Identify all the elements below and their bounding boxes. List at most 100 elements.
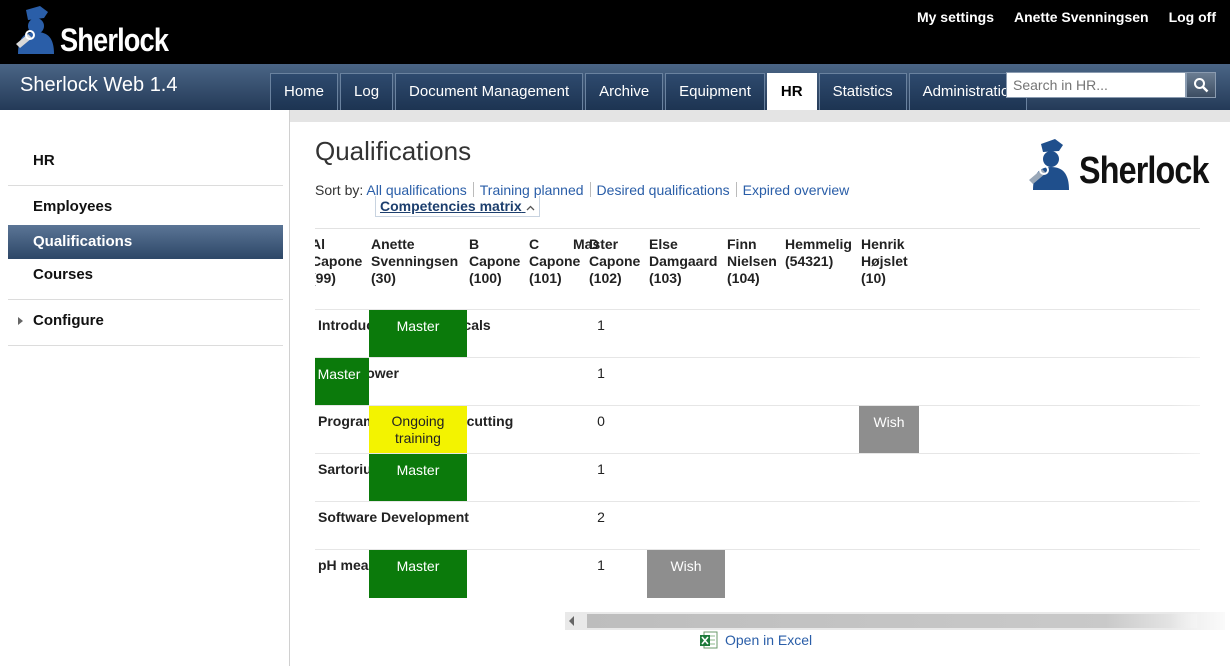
column-header-line: (99) bbox=[315, 270, 336, 286]
app-window: Sherlock My settings Anette Svenningsen … bbox=[0, 0, 1230, 666]
logo-wordmark: Sherlock bbox=[60, 22, 169, 58]
search-icon bbox=[1194, 78, 1209, 93]
column-header-line: (102) bbox=[589, 270, 622, 286]
column-header-line: Damgaard bbox=[649, 253, 718, 269]
open-in-excel-label: Open in Excel bbox=[725, 632, 813, 648]
app-brand: Sherlock Web 1.4 bbox=[20, 74, 178, 96]
column-header-line: D bbox=[589, 236, 600, 252]
tab-statistics[interactable]: Statistics bbox=[818, 73, 907, 110]
my-settings-link[interactable]: My settings bbox=[917, 9, 994, 25]
status-cell-wish[interactable]: Wish bbox=[647, 550, 725, 598]
column-header-line: (30) bbox=[371, 270, 396, 286]
log-off-link[interactable]: Log off bbox=[1169, 9, 1216, 25]
column-header-line: Finn bbox=[727, 236, 757, 252]
column-header-employee: Finn Nielsen (104) bbox=[727, 236, 777, 287]
sidebar-item-label: Employees bbox=[33, 198, 113, 215]
status-cell-master[interactable]: Master bbox=[369, 550, 467, 598]
row-divider bbox=[315, 357, 1200, 358]
column-header-line: (104) bbox=[727, 270, 760, 286]
excel-icon bbox=[700, 631, 718, 649]
column-header-line: (10) bbox=[861, 270, 886, 286]
nav-tabs: Home Log Document Management Archive Equ… bbox=[270, 73, 1027, 110]
search-input[interactable] bbox=[1006, 72, 1186, 98]
column-header-line: Capone bbox=[315, 253, 363, 269]
status-cell-ongoing[interactable]: Ongoing training bbox=[369, 406, 467, 454]
column-header-line: Nielsen bbox=[727, 253, 777, 269]
sidebar-item-courses[interactable]: Courses bbox=[8, 258, 283, 292]
status-cell-master[interactable]: Master bbox=[369, 454, 467, 502]
sidebar-item-label: Configure bbox=[33, 312, 104, 329]
master-count: 1 bbox=[597, 557, 605, 573]
column-header-line: Svenningsen bbox=[371, 253, 459, 269]
column-header-employee: C Capone (101) bbox=[529, 236, 580, 287]
user-name-link[interactable]: Anette Svenningsen bbox=[1014, 9, 1149, 25]
tab-equipment[interactable]: Equipment bbox=[665, 73, 765, 110]
search-button[interactable] bbox=[1186, 72, 1216, 98]
qualification-name[interactable]: Software Development bbox=[318, 509, 469, 525]
sidebar-divider bbox=[8, 185, 283, 186]
detective-icon bbox=[16, 6, 54, 54]
column-header-line: Hemmelig bbox=[785, 236, 852, 252]
master-count: 1 bbox=[597, 365, 605, 381]
master-count: 1 bbox=[597, 317, 605, 333]
tab-home[interactable]: Home bbox=[270, 73, 339, 110]
sherlock-logo[interactable]: Sherlock bbox=[10, 4, 170, 60]
scroll-left-arrow-icon[interactable] bbox=[569, 616, 574, 626]
sidebar-item-qualifications[interactable]: Qualifications bbox=[8, 225, 283, 259]
column-header-line: Capone bbox=[469, 253, 521, 269]
column-header-line: Al bbox=[315, 236, 325, 252]
sidebar-divider bbox=[8, 299, 283, 300]
sort-active-label: Competencies matrix bbox=[380, 198, 522, 214]
sort-desired-qualifications[interactable]: Desired qualifications bbox=[597, 182, 730, 198]
horizontal-scrollbar[interactable] bbox=[565, 612, 1225, 630]
top-links: My settings Anette Svenningsen Log off bbox=[917, 9, 1216, 25]
main-content: Qualifications Sort by: All qualificatio… bbox=[291, 122, 1230, 666]
scrollbar-thumb[interactable] bbox=[587, 614, 1197, 628]
expand-arrow-icon bbox=[18, 317, 23, 325]
column-header-employee: D Capone (102) bbox=[589, 236, 640, 287]
sidebar-item-configure[interactable]: Configure bbox=[8, 304, 283, 338]
status-cell-wish[interactable]: Wish bbox=[859, 406, 919, 454]
sort-label: Sort by: bbox=[315, 182, 364, 198]
tab-log[interactable]: Log bbox=[340, 73, 394, 110]
column-header-line: Capone bbox=[589, 253, 641, 269]
tab-document-management[interactable]: Document Management bbox=[395, 73, 584, 110]
column-header-line: (101) bbox=[529, 270, 562, 286]
sort-expired-overview[interactable]: Expired overview bbox=[743, 182, 850, 198]
page-title: Qualifications bbox=[315, 136, 472, 166]
top-bar: Sherlock My settings Anette Svenningsen … bbox=[0, 0, 1230, 64]
column-header-employee: Hemmelig (54321) bbox=[785, 236, 852, 270]
logo-wordmark: Sherlock bbox=[1079, 150, 1209, 192]
master-count: 1 bbox=[597, 461, 605, 477]
column-header-line: (100) bbox=[469, 270, 502, 286]
sidebar-item-employees[interactable]: Employees bbox=[8, 190, 283, 224]
sort-divider bbox=[589, 182, 591, 197]
sidebar-item-label: HR bbox=[33, 152, 55, 169]
sidebar-item-hr[interactable]: HR bbox=[8, 144, 283, 178]
status-cell-master[interactable]: Master bbox=[369, 310, 467, 358]
tab-archive[interactable]: Archive bbox=[585, 73, 664, 110]
sidebar-divider bbox=[8, 345, 283, 346]
column-header-line: (103) bbox=[649, 270, 682, 286]
column-header-employee: Anette Svenningsen (30) bbox=[371, 236, 458, 287]
column-header-line: Højslet bbox=[861, 253, 908, 269]
competencies-matrix[interactable]: Master AlCapone(99)AnetteSvenningsen(30)… bbox=[315, 228, 1200, 610]
status-cell-master[interactable]: Master bbox=[315, 358, 369, 406]
open-in-excel-link[interactable]: Open in Excel bbox=[699, 630, 812, 650]
sort-competencies-matrix[interactable]: Competencies matrix bbox=[375, 196, 540, 217]
column-header-line: Anette bbox=[371, 236, 415, 252]
master-count: 0 bbox=[597, 413, 605, 429]
matrix-top-border bbox=[315, 228, 1200, 229]
sherlock-logo-large: Sherlock bbox=[1027, 136, 1217, 196]
sidebar-item-label: Courses bbox=[33, 266, 94, 283]
column-header-line: B bbox=[469, 236, 480, 252]
column-header-line: Capone bbox=[529, 253, 581, 269]
column-header-employee: Henrik Højslet (10) bbox=[861, 236, 908, 287]
sort-divider bbox=[472, 182, 474, 197]
tab-hr[interactable]: HR bbox=[766, 73, 817, 110]
column-header-employee: Else Damgaard (103) bbox=[649, 236, 717, 287]
main-navbar: Sherlock Web 1.4 Home Log Document Manag… bbox=[0, 64, 1230, 110]
column-header-line: Henrik bbox=[861, 236, 905, 252]
column-header-line: (54321) bbox=[785, 253, 834, 269]
row-divider bbox=[315, 501, 1200, 502]
